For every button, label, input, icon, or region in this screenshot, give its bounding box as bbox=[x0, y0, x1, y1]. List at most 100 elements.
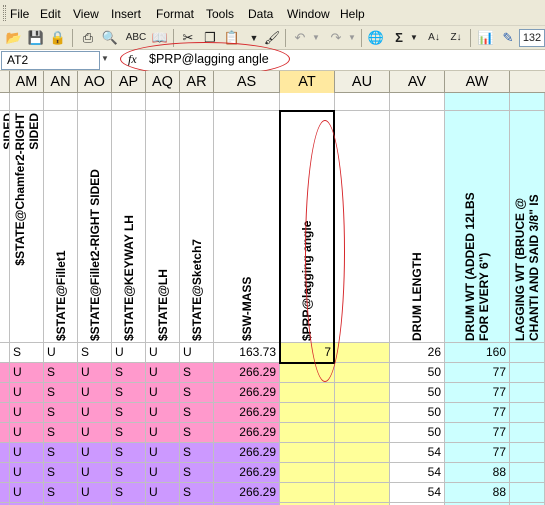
menu-window[interactable]: Window bbox=[287, 7, 330, 21]
cell-row0-av[interactable] bbox=[390, 93, 445, 111]
cell-row0-ap[interactable] bbox=[112, 93, 146, 111]
sort-ascending-icon[interactable]: A↓ bbox=[424, 28, 444, 48]
cell-aq-r10[interactable]: U bbox=[146, 483, 180, 503]
cell-at-r5[interactable] bbox=[280, 383, 335, 403]
cell-as-r7[interactable]: 266.29 bbox=[214, 423, 280, 443]
function-icon[interactable]: fx bbox=[128, 52, 137, 67]
column-header-au[interactable]: AU bbox=[335, 71, 390, 93]
cell-ao-r7[interactable]: U bbox=[78, 423, 112, 443]
header-cell-ax[interactable]: LAGGING WT (BRUCE @ CHANTI AND SAID 3/8" … bbox=[510, 111, 545, 343]
cell-as-r4[interactable]: 266.29 bbox=[214, 363, 280, 383]
column-header-partial-right[interactable] bbox=[510, 71, 545, 93]
cell-aw-r5[interactable]: 77 bbox=[445, 383, 510, 403]
cell-as-r8[interactable]: 266.29 bbox=[214, 443, 280, 463]
cell-ar-r3[interactable]: U bbox=[180, 343, 214, 363]
cell-ap-r6[interactable]: S bbox=[112, 403, 146, 423]
cell-al-r9[interactable] bbox=[0, 463, 10, 483]
menu-file[interactable]: File bbox=[10, 7, 29, 21]
zoom-box[interactable]: 132 bbox=[519, 29, 545, 47]
cell-aw-r8[interactable]: 77 bbox=[445, 443, 510, 463]
cell-as-r9[interactable]: 266.29 bbox=[214, 463, 280, 483]
cell-au-r7[interactable] bbox=[335, 423, 390, 443]
cell-row0-aq[interactable] bbox=[146, 93, 180, 111]
sort-descending-icon[interactable]: Z↓ bbox=[446, 28, 466, 48]
cell-an-r10[interactable]: S bbox=[44, 483, 78, 503]
cell-au-r4[interactable] bbox=[335, 363, 390, 383]
cell-row0-al[interactable] bbox=[0, 93, 10, 111]
cell-an-r8[interactable]: S bbox=[44, 443, 78, 463]
cell-ax-r4[interactable] bbox=[510, 363, 545, 383]
cell-av-r7[interactable]: 50 bbox=[390, 423, 445, 443]
cell-ar-r4[interactable]: S bbox=[180, 363, 214, 383]
menu-insert[interactable]: Insert bbox=[111, 7, 141, 21]
cell-at-r3[interactable]: 7 bbox=[280, 343, 335, 363]
header-cell-ar[interactable]: $STATE@Sketch7 bbox=[180, 111, 214, 343]
cell-at-r6[interactable] bbox=[280, 403, 335, 423]
name-box[interactable]: AT2 bbox=[1, 51, 100, 70]
cell-at-r9[interactable] bbox=[280, 463, 335, 483]
cell-ax-r3[interactable] bbox=[510, 343, 545, 363]
cell-am-r3[interactable]: S bbox=[10, 343, 44, 363]
format-painter-icon[interactable]: 🖌 bbox=[262, 28, 282, 48]
redo-dropdown-icon[interactable]: ▼ bbox=[346, 28, 358, 48]
name-box-dropdown-icon[interactable]: ▼ bbox=[101, 54, 109, 63]
cell-ap-r7[interactable]: S bbox=[112, 423, 146, 443]
cell-ax-r8[interactable] bbox=[510, 443, 545, 463]
header-cell-as[interactable]: $SW-MASS bbox=[214, 111, 280, 343]
cell-ap-r10[interactable]: S bbox=[112, 483, 146, 503]
header-cell-aq[interactable]: $STATE@LH bbox=[146, 111, 180, 343]
header-cell-am[interactable]: $STATE@Chamfer2-RIGHT SIDED bbox=[10, 111, 44, 343]
cell-av-r8[interactable]: 54 bbox=[390, 443, 445, 463]
column-header-ap[interactable]: AP bbox=[112, 71, 146, 93]
cell-ar-r10[interactable]: S bbox=[180, 483, 214, 503]
cell-ax-r9[interactable] bbox=[510, 463, 545, 483]
cell-at-r8[interactable] bbox=[280, 443, 335, 463]
copy-icon[interactable]: ❐ bbox=[200, 28, 220, 48]
cell-aw-r9[interactable]: 88 bbox=[445, 463, 510, 483]
header-cell-at[interactable]: $PRP@lagging angle bbox=[280, 111, 335, 343]
cell-aq-r8[interactable]: U bbox=[146, 443, 180, 463]
autosum-icon[interactable]: Σ bbox=[390, 28, 408, 48]
cell-row0-am[interactable] bbox=[10, 93, 44, 111]
cell-an-r3[interactable]: U bbox=[44, 343, 78, 363]
menu-edit[interactable]: Edit bbox=[40, 7, 61, 21]
column-header-aw[interactable]: AW bbox=[445, 71, 510, 93]
cell-al-r6[interactable] bbox=[0, 403, 10, 423]
paste-icon[interactable]: 📋 bbox=[222, 28, 242, 48]
cell-al-r7[interactable] bbox=[0, 423, 10, 443]
cell-au-r8[interactable] bbox=[335, 443, 390, 463]
undo-icon[interactable]: ↶ bbox=[290, 28, 310, 48]
drawing-icon[interactable]: ✎ bbox=[498, 28, 518, 48]
column-header-ar[interactable]: AR bbox=[180, 71, 214, 93]
cell-am-r10[interactable]: U bbox=[10, 483, 44, 503]
cell-an-r5[interactable]: S bbox=[44, 383, 78, 403]
cell-ar-r9[interactable]: S bbox=[180, 463, 214, 483]
redo-icon[interactable]: ↷ bbox=[326, 28, 346, 48]
cell-ao-r10[interactable]: U bbox=[78, 483, 112, 503]
cell-ax-r7[interactable] bbox=[510, 423, 545, 443]
permission-icon[interactable]: 🔒 bbox=[48, 28, 68, 48]
cell-aw-r4[interactable]: 77 bbox=[445, 363, 510, 383]
column-header-aq[interactable]: AQ bbox=[146, 71, 180, 93]
column-header-as[interactable]: AS bbox=[214, 71, 280, 93]
cell-as-r5[interactable]: 266.29 bbox=[214, 383, 280, 403]
cell-ar-r5[interactable]: S bbox=[180, 383, 214, 403]
cell-row0-aw[interactable] bbox=[445, 93, 510, 111]
open-icon[interactable]: 📂 bbox=[4, 28, 24, 48]
cell-ap-r8[interactable]: S bbox=[112, 443, 146, 463]
cell-ax-r10[interactable] bbox=[510, 483, 545, 503]
column-header-am[interactable]: AM bbox=[10, 71, 44, 93]
menu-view[interactable]: View bbox=[73, 7, 99, 21]
cell-aq-r4[interactable]: U bbox=[146, 363, 180, 383]
cell-al-r10[interactable] bbox=[0, 483, 10, 503]
menu-help[interactable]: Help bbox=[340, 7, 365, 21]
cell-aq-r7[interactable]: U bbox=[146, 423, 180, 443]
cell-au-r10[interactable] bbox=[335, 483, 390, 503]
cell-av-r3[interactable]: 26 bbox=[390, 343, 445, 363]
cell-au-r3[interactable] bbox=[335, 343, 390, 363]
cell-as-r10[interactable]: 266.29 bbox=[214, 483, 280, 503]
cell-am-r4[interactable]: U bbox=[10, 363, 44, 383]
save-icon[interactable]: 💾 bbox=[26, 28, 46, 48]
cell-row0-ax[interactable] bbox=[510, 93, 545, 111]
header-cell-aw[interactable]: DRUM WT (ADDED 12LBS FOR EVERY 6") bbox=[445, 111, 510, 343]
